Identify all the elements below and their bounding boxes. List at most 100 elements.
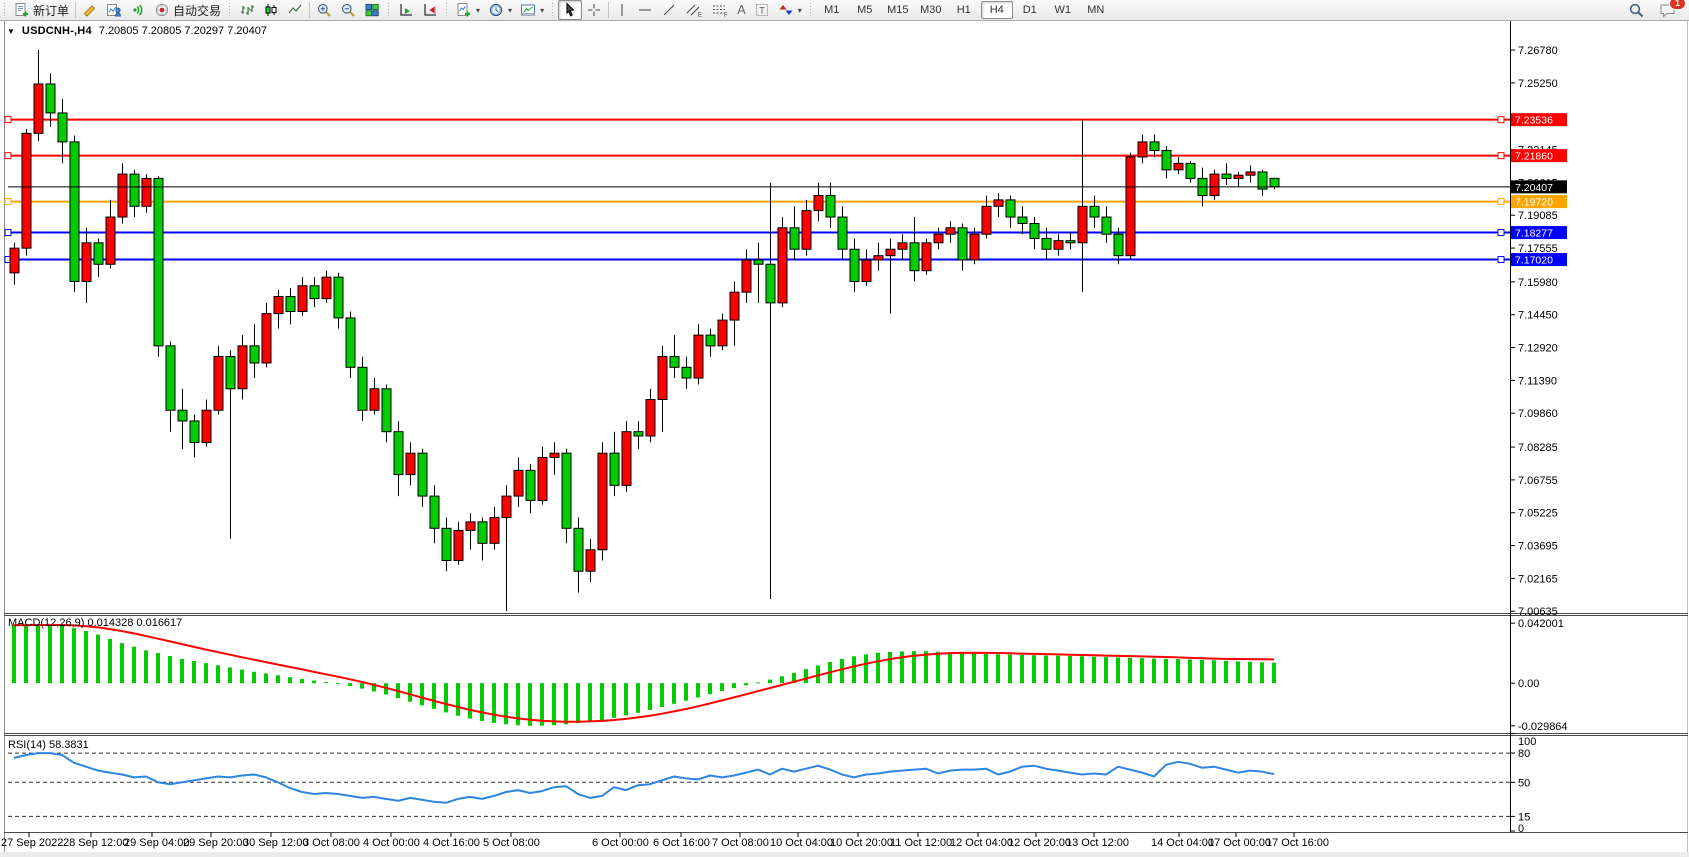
toolbar-grip[interactable]	[808, 3, 813, 17]
toolbar-right: 1	[1624, 0, 1689, 20]
text-button[interactable]: A	[733, 0, 750, 20]
templates-button[interactable]: ▾	[516, 0, 548, 20]
line-chart-icon	[287, 2, 303, 18]
autotrading-icon	[154, 2, 170, 18]
signals-button[interactable]	[126, 0, 150, 20]
cursor-icon	[562, 2, 578, 18]
clock-icon	[488, 2, 504, 18]
timeframe-button-m5[interactable]: M5	[849, 1, 881, 19]
macd-histogram-bar	[1224, 661, 1228, 683]
vertical-line-button[interactable]	[611, 0, 633, 20]
line-handle[interactable]	[5, 199, 11, 205]
trendline-button[interactable]	[657, 0, 681, 20]
line-chart-button[interactable]	[283, 0, 307, 20]
timeframe-button-d1[interactable]: D1	[1014, 1, 1046, 19]
candlestick-button[interactable]	[259, 0, 283, 20]
zoom-out-button[interactable]	[336, 0, 360, 20]
line-handle[interactable]	[1498, 153, 1504, 159]
candle-body	[178, 410, 187, 421]
candle-body	[430, 496, 439, 528]
text-label-button[interactable]: T	[750, 0, 774, 20]
line-handle[interactable]	[5, 153, 11, 159]
time-axis-label: 14 Oct 04:00	[1151, 837, 1214, 849]
collapse-arrow-icon[interactable]: ▼	[7, 27, 15, 36]
candle-body	[226, 357, 235, 389]
chart-title: ▼ USDCNH-,H4 7.20805 7.20805 7.20297 7.2…	[7, 25, 267, 37]
line-handle[interactable]	[1498, 117, 1504, 123]
equidistant-channel-button[interactable]: E	[681, 0, 707, 20]
toolbar-grip[interactable]	[386, 3, 391, 17]
cursor-button[interactable]	[558, 0, 582, 20]
periods-button[interactable]: ▾	[484, 0, 516, 20]
line-handle[interactable]	[1498, 230, 1504, 236]
new-order-icon	[14, 2, 30, 18]
candle-body	[250, 346, 259, 363]
fibonacci-button[interactable]: F	[707, 0, 733, 20]
candle-body	[310, 286, 319, 299]
macd-histogram-bar	[720, 683, 724, 691]
candle-body	[814, 196, 823, 211]
line-handle[interactable]	[5, 230, 11, 236]
new-order-button[interactable]: 新订单	[10, 0, 73, 20]
candle-body	[538, 457, 547, 500]
chat-button[interactable]: 1	[1655, 0, 1681, 20]
new-chart-button[interactable]: ▾	[452, 0, 484, 20]
autotrading-label: 自动交易	[173, 2, 221, 19]
tile-windows-button[interactable]	[360, 0, 384, 20]
candle-body	[874, 256, 883, 260]
candle-body	[574, 528, 583, 571]
search-button[interactable]	[1624, 0, 1649, 20]
chart-shift-button[interactable]	[418, 0, 442, 20]
price-tag-label: 7.21860	[1515, 151, 1553, 163]
horizontal-line-button[interactable]	[633, 0, 657, 20]
zoom-in-button[interactable]	[312, 0, 336, 20]
candle-body	[406, 453, 415, 474]
chart-canvas[interactable]: 7.267807.252507.221457.206157.190857.175…	[0, 0, 1689, 857]
auto-scroll-button[interactable]	[394, 0, 418, 20]
timeframe-button-m1[interactable]: M1	[816, 1, 848, 19]
timeframe-button-mn[interactable]: MN	[1080, 1, 1112, 19]
macd-histogram-bar	[1164, 659, 1168, 683]
timeframe-button-h1[interactable]: H1	[948, 1, 980, 19]
macd-histogram-bar	[660, 683, 664, 707]
arrows-button[interactable]: ▾	[774, 0, 806, 20]
candle-body	[610, 453, 619, 485]
toolbar-grip[interactable]	[550, 3, 555, 17]
candle-body	[490, 518, 499, 544]
macd-histogram-bar	[252, 672, 256, 683]
bar-chart-button[interactable]	[235, 0, 259, 20]
toolbar-grip[interactable]	[227, 3, 232, 17]
line-handle[interactable]	[1498, 257, 1504, 263]
toolbar-grip[interactable]	[2, 3, 7, 17]
timeframe-button-m30[interactable]: M30	[915, 1, 947, 19]
macd-histogram-bar	[804, 669, 808, 683]
price-axis-tick-label: 7.05225	[1518, 508, 1558, 520]
macd-histogram-bar	[948, 652, 952, 683]
autotrading-button[interactable]: 自动交易	[150, 0, 225, 20]
candle-body	[790, 228, 799, 249]
candle-body	[190, 421, 199, 442]
crosshair-button[interactable]	[582, 0, 606, 20]
metaeditor-button[interactable]	[78, 0, 102, 20]
chart-background	[0, 20, 1689, 857]
candle-body	[1150, 142, 1159, 151]
notification-badge[interactable]: 1	[1669, 0, 1686, 10]
macd-histogram-bar	[864, 654, 868, 683]
toolbar-grip[interactable]	[444, 3, 449, 17]
candle-body	[754, 260, 763, 264]
timeframe-button-h4[interactable]: H4	[981, 1, 1013, 19]
timeframe-button-m15[interactable]: M15	[882, 1, 914, 19]
new-order-label: 新订单	[33, 2, 69, 19]
line-handle[interactable]	[1498, 199, 1504, 205]
timeframe-button-w1[interactable]: W1	[1047, 1, 1079, 19]
line-handle[interactable]	[5, 117, 11, 123]
candle-body	[1102, 217, 1111, 234]
macd-histogram-bar	[756, 682, 760, 683]
macd-histogram-bar	[672, 683, 676, 704]
candle-body	[1174, 163, 1183, 169]
price-axis-tick-label: 7.02165	[1518, 573, 1558, 585]
macd-histogram-bar	[300, 679, 304, 683]
macd-histogram-bar	[996, 654, 1000, 683]
market-watch-button[interactable]	[102, 0, 126, 20]
time-axis-label: 27 Sep 2022	[1, 837, 63, 849]
